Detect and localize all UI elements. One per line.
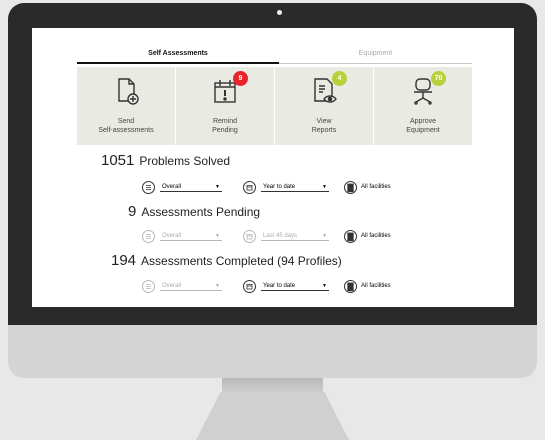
filter-row: Overall ▼ Last 45 days ▼ All facilities: [32, 228, 514, 244]
scope-select[interactable]: Overall ▼: [160, 183, 222, 192]
tile-label: Remind Pending: [212, 118, 238, 134]
reports-count-badge: 4: [332, 71, 347, 86]
calendar-icon: [243, 229, 256, 243]
remind-count-badge: 9: [233, 71, 248, 86]
monitor-stand: [196, 392, 349, 440]
assessments-pending-stat: 9 Assessments Pending: [128, 203, 260, 220]
list-icon: [142, 279, 155, 293]
assessments-completed-stat: 194 Assessments Completed (94 Profiles): [111, 252, 342, 269]
calendar-alert-icon: 9: [210, 71, 248, 106]
tile-label: Send Self-assessments: [98, 118, 154, 134]
stat-text: Assessments Pending: [141, 205, 261, 219]
building-icon: [344, 279, 357, 293]
facilities-label: All facilities: [361, 233, 391, 239]
send-self-assessments-tile[interactable]: Send Self-assessments: [77, 67, 175, 145]
tab-equipment[interactable]: Equipment: [279, 36, 472, 64]
calendar-icon: [243, 279, 256, 293]
send-document-icon: [111, 76, 141, 106]
office-chair-icon: 70: [408, 71, 446, 106]
period-select[interactable]: Year to date ▼: [261, 282, 329, 291]
monitor-neck: [222, 378, 323, 392]
period-filter[interactable]: Last 45 days ▼: [243, 228, 329, 244]
calendar-icon: [243, 180, 256, 194]
filter-row: Overall ▼ Year to date ▼ All facilities: [32, 278, 514, 294]
tab-self-assessments[interactable]: Self Assessments: [77, 36, 279, 64]
period-filter[interactable]: Year to date ▼: [243, 179, 329, 195]
app-screen: Self Assessments Equipment Send Self-asse…: [32, 28, 514, 307]
tile-label: Approve Equipment: [406, 118, 440, 134]
stat-text: Problems Solved: [139, 154, 231, 168]
scope-filter[interactable]: Overall ▼: [142, 228, 222, 244]
approve-equipment-tile[interactable]: 70 Approve Equipment: [374, 67, 472, 145]
stat-number: 1051: [101, 152, 135, 169]
stat-number: 9: [128, 203, 137, 220]
report-eye-icon: 4: [309, 71, 347, 106]
remind-pending-tile[interactable]: 9 Remind Pending: [176, 67, 274, 145]
action-tiles: SendSelf-assessments 9 RemindPending 4: [77, 67, 472, 145]
stat-number: 194: [111, 252, 137, 269]
list-icon: [142, 229, 155, 243]
tile-label: View Reports: [311, 118, 337, 134]
facilities-filter[interactable]: All facilities: [344, 278, 391, 294]
problems-solved-stat: 1051 Problems Solved: [101, 152, 230, 169]
facilities-label: All facilities: [361, 283, 391, 289]
facilities-filter[interactable]: All facilities: [344, 179, 391, 195]
period-filter[interactable]: Year to date ▼: [243, 278, 329, 294]
stat-text: Assessments Completed (94 Profiles): [141, 254, 342, 268]
scope-filter[interactable]: Overall ▼: [142, 278, 222, 294]
equipment-count-badge: 70: [431, 71, 446, 86]
period-select[interactable]: Last 45 days ▼: [261, 232, 329, 241]
list-icon: [142, 180, 155, 194]
tab-bar: Self Assessments Equipment: [77, 36, 472, 64]
scope-select[interactable]: Overall ▼: [160, 282, 222, 291]
view-reports-tile[interactable]: 4 View Reports: [275, 67, 373, 145]
monitor-chin: [8, 325, 537, 378]
scope-filter[interactable]: Overall ▼: [142, 179, 222, 195]
building-icon: [344, 229, 357, 243]
facilities-filter[interactable]: All facilities: [344, 228, 391, 244]
scope-select[interactable]: Overall ▼: [160, 232, 222, 241]
building-icon: [344, 180, 357, 194]
facilities-label: All facilities: [361, 184, 391, 190]
filter-row: Overall ▼ Year to date ▼ All facilities: [32, 179, 514, 195]
camera-dot: [277, 10, 282, 15]
period-select[interactable]: Year to date ▼: [261, 183, 329, 192]
